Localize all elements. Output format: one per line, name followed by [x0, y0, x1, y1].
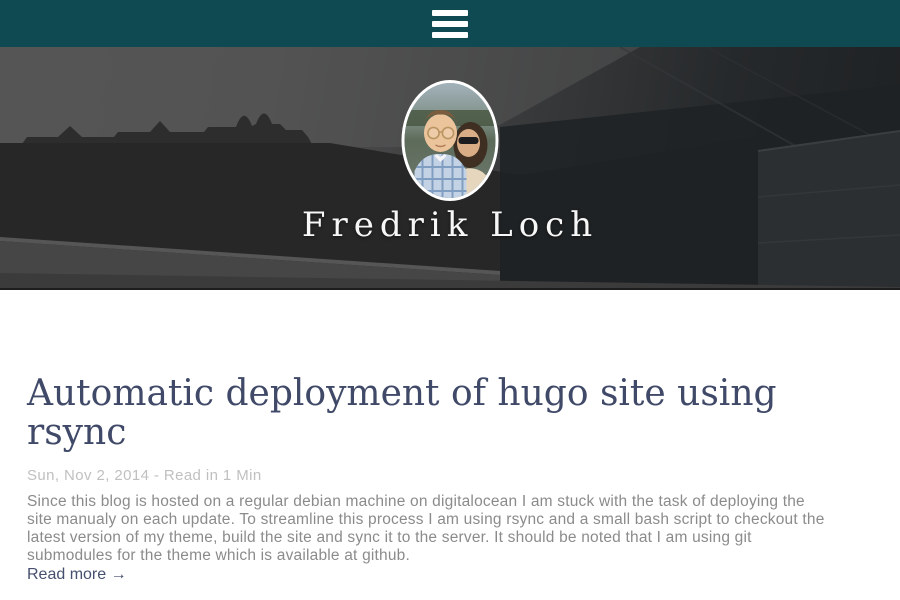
site-title: Fredrik Loch	[0, 205, 900, 245]
avatar-photo	[405, 83, 496, 198]
top-nav-bar	[0, 0, 900, 47]
hamburger-bar	[432, 21, 468, 27]
post-title-link[interactable]: Automatic deployment of hugo site using …	[27, 374, 847, 452]
post-summary: Automatic deployment of hugo site using …	[27, 290, 875, 584]
hamburger-bar	[432, 32, 468, 38]
avatar	[402, 80, 499, 201]
hamburger-menu-icon[interactable]	[432, 10, 468, 38]
post-excerpt: Since this blog is hosted on a regular d…	[27, 493, 827, 565]
hero-banner: Fredrik Loch	[0, 47, 900, 290]
post-meta: Sun, Nov 2, 2014 - Read in 1 Min	[27, 467, 875, 484]
read-more-link[interactable]: Read more →	[27, 566, 127, 584]
hamburger-bar	[432, 10, 468, 16]
